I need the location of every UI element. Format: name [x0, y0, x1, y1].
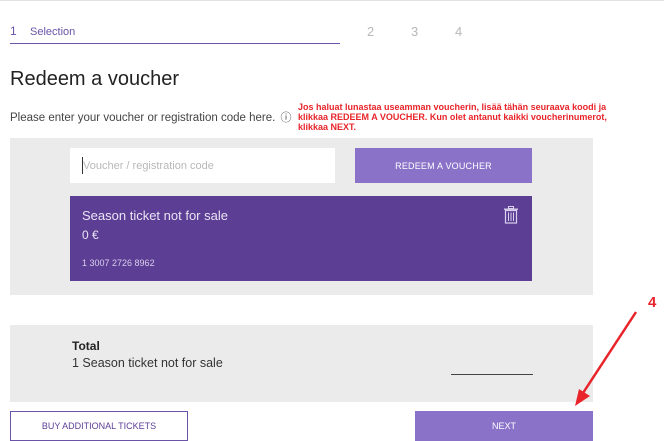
trash-icon[interactable] — [503, 206, 519, 224]
total-description: 1 Season ticket not for sale — [72, 356, 223, 370]
step-1-selection[interactable]: 1 Selection — [10, 24, 75, 38]
buy-additional-tickets-button[interactable]: BUY ADDITIONAL TICKETS — [10, 411, 188, 441]
ticket-code: 1 3007 2726 8962 — [82, 258, 155, 268]
ticket-price: 0 € — [82, 228, 99, 242]
page-title: Redeem a voucher — [10, 68, 179, 90]
next-button[interactable]: NEXT — [415, 411, 593, 441]
ticket-card: Season ticket not for sale 0 € 1 3007 27… — [70, 196, 532, 281]
info-icon[interactable]: ⓘ — [281, 112, 292, 124]
step-4[interactable]: 4 — [455, 24, 462, 39]
step-3[interactable]: 3 — [411, 24, 418, 39]
total-amount-line — [451, 374, 533, 375]
step-1-number: 1 — [10, 24, 17, 38]
top-divider — [0, 0, 664, 1]
ticket-name: Season ticket not for sale — [82, 208, 228, 223]
total-label: Total — [72, 339, 100, 353]
voucher-instruction: Please enter your voucher or registratio… — [10, 109, 292, 125]
instruction-text: Please enter your voucher or registratio… — [10, 112, 276, 124]
active-step-underline — [10, 43, 340, 44]
annotation-arrow-number: 4 — [648, 294, 657, 311]
text-caret — [82, 157, 83, 174]
voucher-code-input[interactable] — [70, 148, 335, 183]
step-1-label: Selection — [30, 26, 76, 38]
redeem-voucher-button[interactable]: REDEEM A VOUCHER — [355, 148, 532, 183]
annotation-note: Jos haluat lunastaa useamman voucherin, … — [298, 102, 607, 132]
step-2[interactable]: 2 — [367, 24, 374, 39]
